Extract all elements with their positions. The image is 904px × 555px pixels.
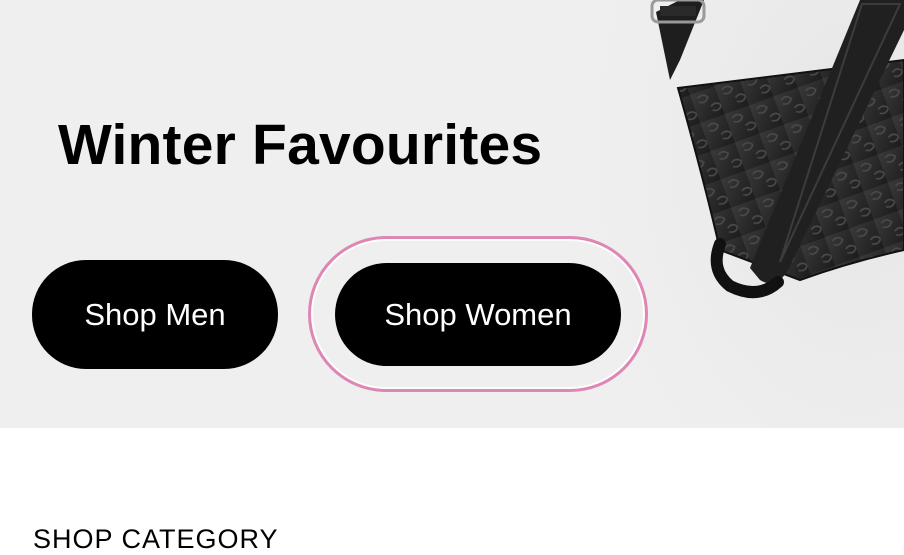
shop-men-button[interactable]: Shop Men — [32, 260, 278, 369]
hero-banner: Winter Favourites Shop Men Shop Women — [0, 0, 904, 428]
shop-women-button[interactable]: Shop Women — [335, 263, 621, 366]
crossbody-bag-image — [600, 0, 904, 428]
hero-title: Winter Favourites — [58, 113, 543, 177]
shop-category-heading: SHOP CATEGORY — [33, 524, 279, 554]
